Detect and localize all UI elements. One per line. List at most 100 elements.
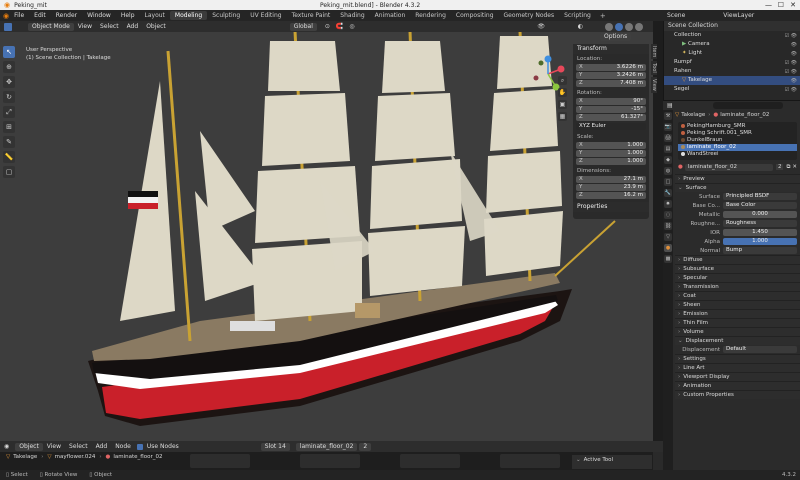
material-tab-icon[interactable]: ● [664, 244, 672, 252]
material-slot-active[interactable]: laminate_floor_02 [678, 144, 797, 151]
cursor-tool-icon[interactable]: ⊕ [3, 61, 15, 73]
node-box[interactable] [190, 454, 250, 468]
add-cube-tool-icon[interactable]: ▢ [3, 166, 15, 178]
menu-window[interactable]: Window [82, 12, 116, 19]
active-tool-panel[interactable]: ⌄ Active Tool [572, 455, 652, 469]
section-transmission[interactable]: › Transmission [675, 282, 800, 291]
section-sheen[interactable]: › Sheen [675, 300, 800, 309]
zoom-icon[interactable]: ⌕ [558, 76, 567, 85]
menu-render[interactable]: Render [51, 12, 82, 19]
node-sidebar-tab[interactable] [653, 452, 663, 470]
sidebar-tab-item[interactable]: Item [651, 44, 657, 60]
transform-tool-icon[interactable]: ⊞ [3, 121, 15, 133]
transform-header[interactable]: Transform [573, 44, 649, 54]
tab-geometry-nodes[interactable]: Geometry Nodes [499, 11, 560, 20]
section-emission[interactable]: › Emission [675, 309, 800, 318]
rotation-y-field[interactable]: Y -15° [576, 106, 646, 113]
node-editor-area[interactable]: ▽ Takelage › ▽ mayflower.024 › ● laminat… [0, 452, 663, 470]
move-tool-icon[interactable]: ✥ [3, 76, 15, 88]
section-thin-film[interactable]: › Thin Film [675, 318, 800, 327]
outliner-item-collection[interactable]: Collection ☑ 👁 [664, 31, 800, 40]
shader-editor-type-icon[interactable]: ◉ [4, 443, 9, 450]
menu-help[interactable]: Help [116, 12, 140, 19]
duplicate-icon[interactable]: ⧉ [786, 164, 790, 171]
editor-type-icon[interactable]: ▤ [667, 102, 673, 109]
shader-menu-select[interactable]: Select [65, 443, 92, 450]
menu-edit[interactable]: Edit [29, 12, 51, 19]
section-specular[interactable]: › Specular [675, 273, 800, 282]
dimensions-z-field[interactable]: Z 16.2 m [576, 192, 646, 199]
scale-z-field[interactable]: Z 1.000 [576, 158, 646, 165]
modifier-tab-icon[interactable]: 🔧 [664, 189, 672, 197]
shading-wire-icon[interactable] [605, 22, 613, 31]
location-y-field[interactable]: Y 3.2426 m [576, 72, 646, 79]
shader-user-count[interactable]: 2 [359, 442, 372, 451]
tab-animation[interactable]: Animation [370, 11, 411, 20]
tab-sculpting[interactable]: Sculpting [207, 11, 245, 20]
displacement-field[interactable]: Default [723, 346, 797, 353]
object-tab-icon[interactable]: □ [664, 178, 672, 186]
menu-file[interactable]: File [9, 12, 29, 19]
render-tab-icon[interactable]: 📷 [664, 123, 672, 131]
scene-selector[interactable]: Scene [667, 12, 685, 19]
material-slot[interactable]: DunkelBraun [678, 137, 797, 144]
tab-modeling[interactable]: Modeling [169, 11, 208, 20]
ior-field[interactable]: 1.450 [723, 229, 797, 236]
base-color-field[interactable]: Base Color [723, 202, 797, 209]
material-slot[interactable]: Peking Schrift.001_SMR [678, 130, 797, 137]
outliner-item-segel[interactable]: Segel ☑ 👁 [664, 85, 800, 94]
add-workspace-icon[interactable]: + [600, 12, 606, 20]
tab-layout[interactable]: Layout [140, 11, 170, 20]
camera-view-icon[interactable]: ▣ [558, 100, 567, 109]
snap-icon[interactable]: 🧲 [336, 23, 343, 30]
select-tool-icon[interactable]: ↖ [3, 46, 15, 58]
roughness-field[interactable]: Roughness [723, 220, 797, 227]
viewport-menu-object[interactable]: Object [142, 23, 170, 30]
scale-tool-icon[interactable]: ⤢ [3, 106, 15, 118]
location-z-field[interactable]: Z 7.408 m [576, 80, 646, 87]
normal-field[interactable]: Bump [723, 247, 797, 254]
material-browse-icon[interactable]: ● [678, 164, 683, 170]
section-coat[interactable]: › Coat [675, 291, 800, 300]
scale-y-field[interactable]: Y 1.000 [576, 150, 646, 157]
shader-material-field[interactable]: laminate_floor_02 [295, 442, 358, 451]
section-preview[interactable]: › Preview [675, 174, 800, 183]
orientation-selector[interactable]: Global [289, 22, 317, 31]
properties-search-input[interactable] [712, 102, 783, 109]
node-box[interactable] [300, 454, 360, 468]
3d-viewport[interactable]: Object Mode View Select Add Object Globa… [0, 21, 653, 441]
options-button[interactable]: Options [600, 33, 632, 41]
rotation-z-field[interactable]: Z 61.327° [576, 114, 646, 121]
tab-rendering[interactable]: Rendering [410, 11, 451, 20]
rotate-tool-icon[interactable]: ↻ [3, 91, 15, 103]
shader-type-selector[interactable]: Object [15, 442, 43, 451]
alpha-field[interactable]: 1.000 [723, 238, 797, 245]
section-subsurface[interactable]: › Subsurface [675, 264, 800, 273]
texture-tab-icon[interactable]: ▩ [664, 255, 672, 263]
tab-shading[interactable]: Shading [335, 11, 369, 20]
grid-view-icon[interactable]: ▦ [558, 112, 567, 121]
outliner-item-takelage[interactable]: ▽ Takelage 👁 [664, 76, 800, 85]
scale-x-field[interactable]: X 1.000 [576, 142, 646, 149]
outliner-item-rumpf[interactable]: Rumpf ☑ 👁 [664, 58, 800, 67]
surface-shader-field[interactable]: Principled BSDF [723, 193, 797, 200]
mode-selector[interactable]: Object Mode [28, 22, 74, 31]
particles-tab-icon[interactable]: ✸ [664, 200, 672, 208]
viewport-menu-add[interactable]: Add [123, 23, 143, 30]
material-slot[interactable]: WandStreei [678, 151, 797, 158]
shading-solid-icon[interactable] [615, 22, 623, 31]
section-settings[interactable]: › Settings [675, 354, 800, 363]
section-line-art[interactable]: › Line Art [675, 363, 800, 372]
properties-header[interactable]: Properties [573, 202, 649, 212]
section-viewport-display[interactable]: › Viewport Display [675, 372, 800, 381]
view-layer-tab-icon[interactable]: ▤ [664, 145, 672, 153]
section-displacement[interactable]: ⌄ Displacement [675, 336, 800, 345]
visibility-icon[interactable]: 👁 [537, 23, 545, 30]
section-diffuse[interactable]: › Diffuse [675, 255, 800, 264]
outliner-root[interactable]: Scene Collection [664, 21, 800, 31]
shader-menu-add[interactable]: Add [92, 443, 112, 450]
tool-tab-icon[interactable]: ⚒ [664, 112, 672, 120]
section-volume[interactable]: › Volume [675, 327, 800, 336]
viewport-menu-select[interactable]: Select [96, 23, 123, 30]
world-tab-icon[interactable]: ◍ [664, 167, 672, 175]
